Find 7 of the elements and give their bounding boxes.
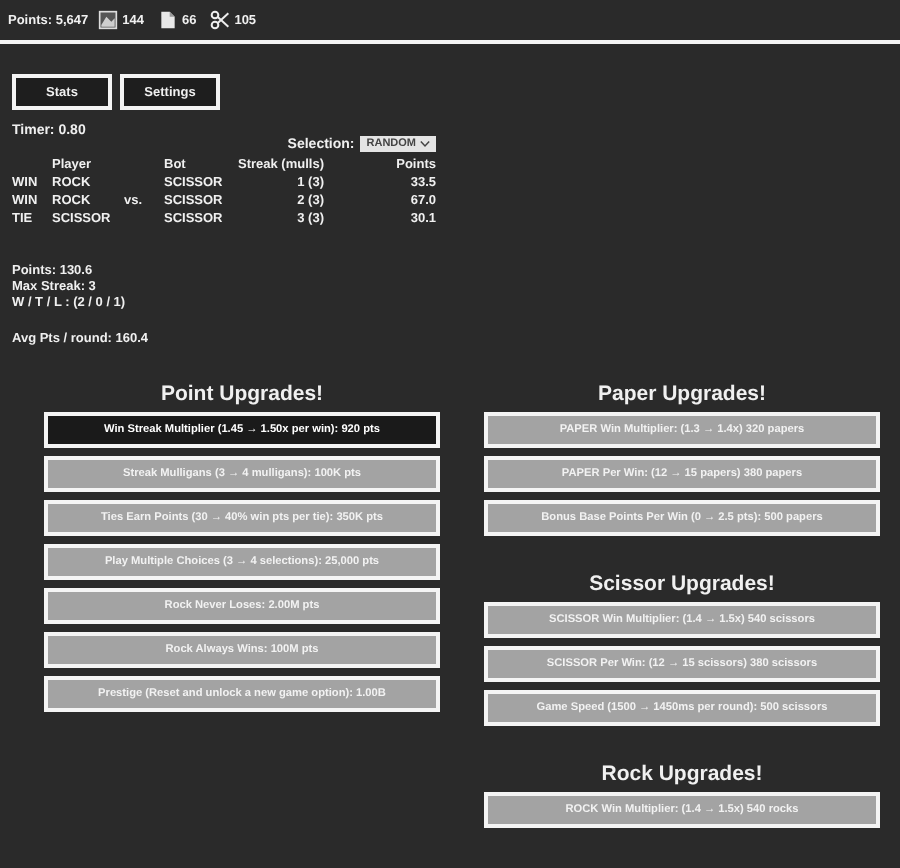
section-heading: Paper Upgrades! <box>595 380 769 410</box>
scissors-icon <box>210 10 231 30</box>
section-heading: Scissor Upgrades! <box>587 570 777 600</box>
document-icon <box>157 10 178 30</box>
caret-icon <box>420 140 430 148</box>
section-heading: Rock Upgrades! <box>599 760 765 790</box>
section-heading: Point Upgrades! <box>158 380 326 410</box>
